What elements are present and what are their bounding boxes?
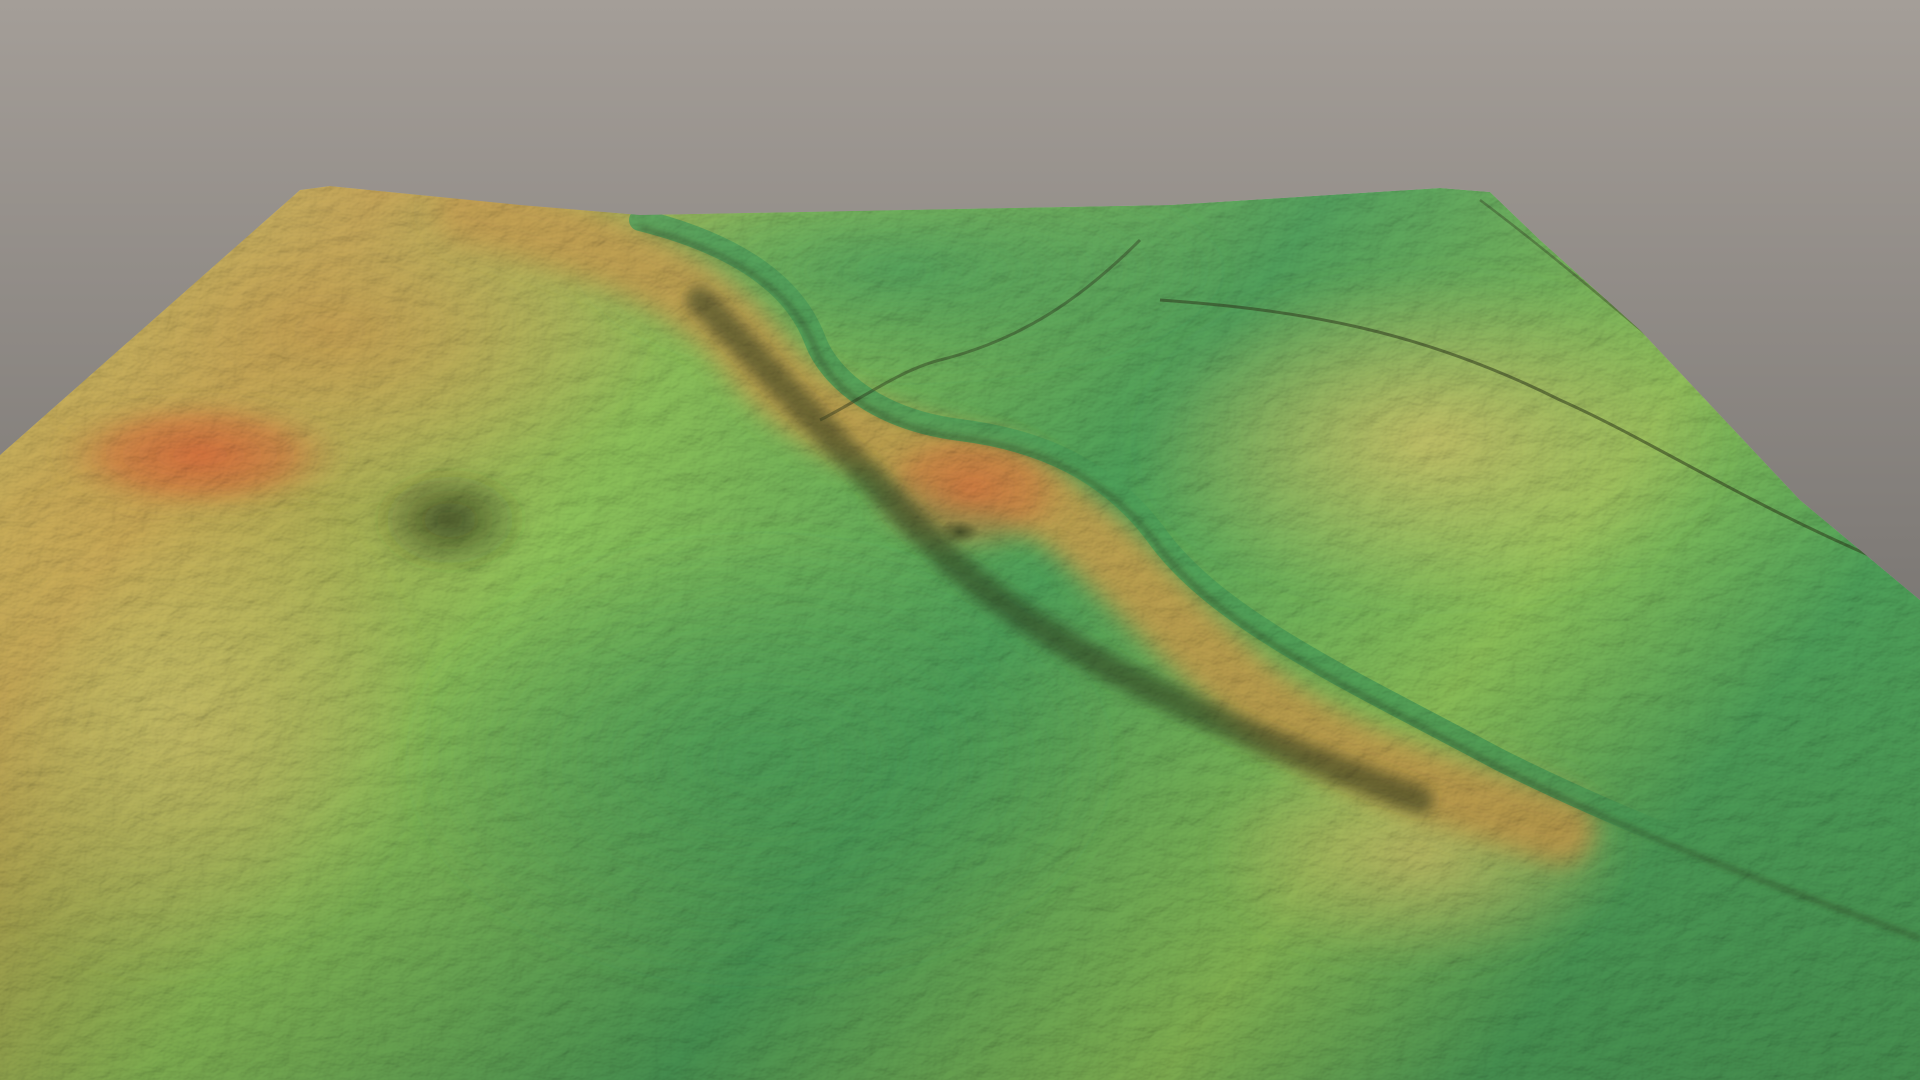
viewport[interactable] [0, 0, 1920, 1080]
terrain-scene[interactable] [0, 0, 1920, 1080]
